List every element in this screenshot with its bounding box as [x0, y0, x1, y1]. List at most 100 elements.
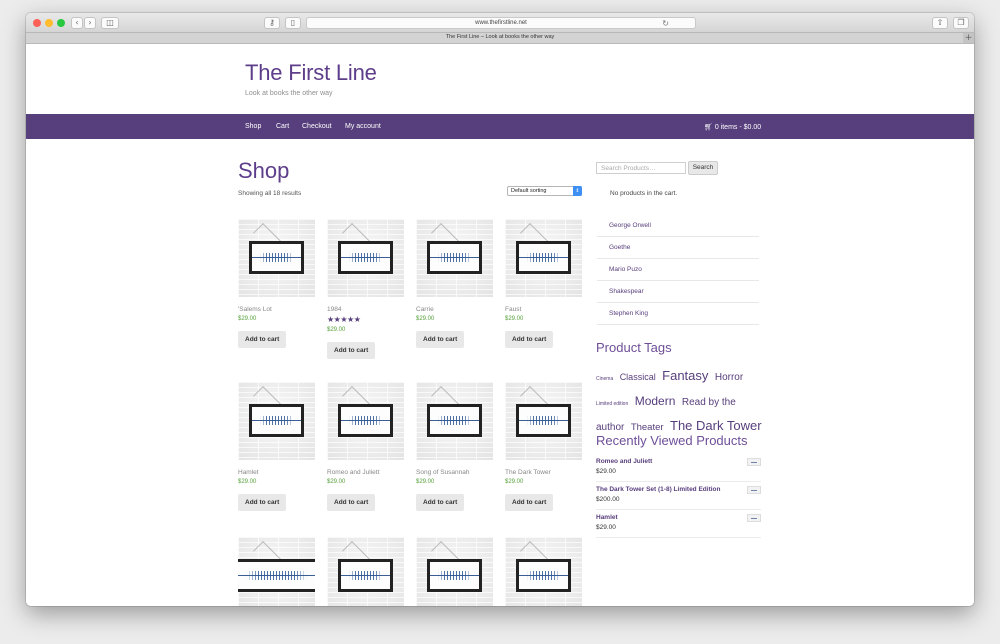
- product-image[interactable]: [505, 382, 582, 460]
- nav-shop[interactable]: Shop: [245, 123, 261, 130]
- tag-link[interactable]: Cinema: [596, 376, 613, 382]
- web-page: The First Line Look at books the other w…: [26, 44, 974, 606]
- add-to-cart-button[interactable]: Add to cart: [327, 342, 376, 359]
- category-item[interactable]: George Orwell: [597, 215, 759, 237]
- tag-link[interactable]: The Dark Tower: [670, 418, 762, 433]
- product-card[interactable]: Song of Susannah $29.00 Add to cart: [416, 382, 493, 511]
- category-item[interactable]: Mario Puzo: [597, 259, 759, 281]
- product-card[interactable]: The Dark Tower $29.00 Add to cart: [505, 382, 582, 511]
- product-name[interactable]: Carrie: [416, 306, 493, 313]
- sidebar-toggle-button[interactable]: ◫: [101, 17, 119, 29]
- product-card[interactable]: Romeo and Juliett $29.00 Add to cart: [327, 382, 404, 511]
- recent-product-name[interactable]: The Dark Tower Set (1-8) Limited Edition: [596, 486, 761, 493]
- reload-icon[interactable]: ↻: [662, 19, 669, 28]
- header-cart-link[interactable]: 🛒︎ 0 items - $0.00: [704, 123, 761, 131]
- tabs-button[interactable]: ❐: [953, 17, 969, 29]
- product-image[interactable]: [327, 219, 404, 297]
- back-button[interactable]: ‹: [71, 17, 83, 29]
- framed-print: [427, 404, 482, 437]
- tag-link[interactable]: Modern: [635, 394, 676, 408]
- product-card[interactable]: [505, 537, 582, 606]
- product-price: $29.00: [416, 479, 435, 485]
- add-to-cart-button[interactable]: Add to cart: [238, 494, 287, 511]
- add-to-cart-button[interactable]: Add to cart: [416, 494, 465, 511]
- product-image[interactable]: [238, 537, 315, 606]
- page-title: Shop: [238, 158, 290, 183]
- tag-link[interactable]: Horror: [715, 372, 743, 383]
- soundwave-graphic: [438, 253, 471, 262]
- close-window-icon[interactable]: [33, 19, 41, 27]
- search-input[interactable]: Search Products…: [596, 162, 686, 174]
- recent-product-thumbnail[interactable]: [747, 514, 761, 522]
- product-card[interactable]: [238, 537, 315, 606]
- search-button[interactable]: Search: [688, 161, 718, 175]
- recent-product[interactable]: Romeo and Juliett $29.00: [596, 458, 761, 482]
- product-name[interactable]: The Dark Tower: [505, 469, 582, 476]
- product-image[interactable]: [416, 382, 493, 460]
- recent-product-name[interactable]: Romeo and Juliett: [596, 458, 761, 465]
- forward-button[interactable]: ›: [84, 17, 96, 29]
- site-title[interactable]: The First Line: [245, 60, 377, 86]
- product-card[interactable]: 'Salems Lot $29.00 Add to cart: [238, 219, 315, 348]
- product-card[interactable]: 1984 ★★★★★ $29.00 Add to cart: [327, 219, 404, 359]
- product-image[interactable]: [505, 219, 582, 297]
- nav-cart[interactable]: Cart: [276, 123, 289, 130]
- nav-checkout[interactable]: Checkout: [302, 123, 332, 130]
- category-item[interactable]: Stephen King: [597, 303, 759, 325]
- framed-print: [516, 559, 571, 592]
- add-to-cart-button[interactable]: Add to cart: [327, 494, 376, 511]
- tag-link[interactable]: Limited edition: [596, 401, 628, 407]
- product-image[interactable]: [238, 382, 315, 460]
- product-image[interactable]: [238, 219, 315, 297]
- nav-my-account[interactable]: My account: [345, 123, 381, 130]
- product-name[interactable]: Hamlet: [238, 469, 315, 476]
- framed-print: [427, 559, 482, 592]
- add-to-cart-button[interactable]: Add to cart: [416, 331, 465, 348]
- product-card[interactable]: Hamlet $29.00 Add to cart: [238, 382, 315, 511]
- sort-select[interactable]: Default sorting ⇕: [507, 186, 582, 196]
- add-to-cart-button[interactable]: Add to cart: [505, 331, 554, 348]
- recent-product-name[interactable]: Hamlet: [596, 514, 761, 521]
- framed-print: [516, 241, 571, 274]
- product-image[interactable]: [416, 537, 493, 606]
- tag-link[interactable]: Classical: [620, 372, 656, 382]
- product-image[interactable]: [327, 382, 404, 460]
- address-bar[interactable]: www.thefirstline.net ↻: [306, 17, 696, 29]
- framed-print: [249, 241, 304, 274]
- recent-product-thumbnail[interactable]: [747, 458, 761, 466]
- reader-button[interactable]: ▯: [285, 17, 301, 29]
- product-image[interactable]: [416, 219, 493, 297]
- zoom-window-icon[interactable]: [57, 19, 65, 27]
- category-item[interactable]: Goethe: [597, 237, 759, 259]
- product-name[interactable]: 'Salems Lot: [238, 306, 315, 313]
- framed-print: [516, 404, 571, 437]
- product-card[interactable]: Faust $29.00 Add to cart: [505, 219, 582, 348]
- recent-product-thumbnail[interactable]: [747, 486, 761, 494]
- product-name[interactable]: 1984: [327, 306, 404, 313]
- product-card[interactable]: [416, 537, 493, 606]
- category-item[interactable]: Shakespear: [597, 281, 759, 303]
- product-name[interactable]: Song of Susannah: [416, 469, 493, 476]
- key-button[interactable]: ⚷: [264, 17, 280, 29]
- product-card[interactable]: Carrie $29.00 Add to cart: [416, 219, 493, 348]
- product-card[interactable]: [327, 537, 404, 606]
- product-name[interactable]: Faust: [505, 306, 582, 313]
- add-to-cart-button[interactable]: Add to cart: [505, 494, 554, 511]
- new-tab-icon[interactable]: +: [963, 33, 974, 43]
- product-image[interactable]: [327, 537, 404, 606]
- sort-value: Default sorting: [511, 188, 547, 194]
- recent-product[interactable]: The Dark Tower Set (1-8) Limited Edition…: [596, 486, 761, 510]
- framed-print: [338, 559, 393, 592]
- share-button[interactable]: ⇧: [932, 17, 948, 29]
- add-to-cart-button[interactable]: Add to cart: [238, 331, 287, 348]
- product-name[interactable]: Romeo and Juliett: [327, 469, 404, 476]
- minimize-window-icon[interactable]: [45, 19, 53, 27]
- recent-product[interactable]: Hamlet $29.00: [596, 514, 761, 538]
- product-image[interactable]: [505, 537, 582, 606]
- key-icon: ⚷: [269, 18, 275, 27]
- soundwave-graphic: [349, 571, 382, 580]
- tag-link[interactable]: Theater: [631, 422, 664, 433]
- star-rating: ★★★★★: [327, 315, 361, 324]
- tab-title[interactable]: The First Line – Look at books the other…: [26, 34, 974, 40]
- tag-link[interactable]: Fantasy: [662, 368, 708, 383]
